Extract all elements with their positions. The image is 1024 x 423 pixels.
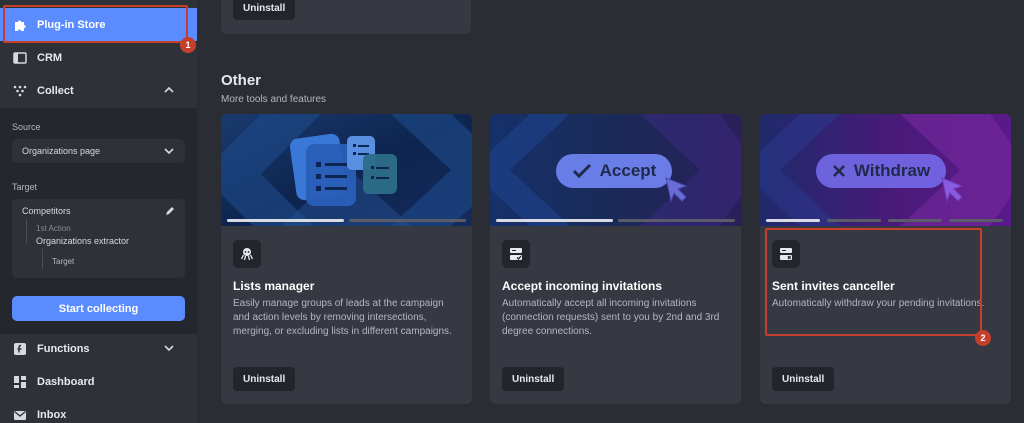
nav-inbox[interactable]: Inbox <box>0 398 197 423</box>
function-icon <box>14 342 26 355</box>
card-description: Automatically accept all incoming invita… <box>502 298 720 337</box>
annotation-badge: 2 <box>975 330 991 346</box>
nav-collect-label: Collect <box>37 84 74 97</box>
target-leaf-label: Target <box>52 257 75 266</box>
section-title: Other <box>221 72 262 89</box>
annotation-badge: 1 <box>180 37 196 53</box>
card-title: Accept incoming invitations <box>502 279 663 293</box>
nav-functions-label: Functions <box>37 342 90 355</box>
nav-crm[interactable]: CRM <box>0 41 197 74</box>
server-check-icon <box>510 248 522 260</box>
source-select[interactable]: Organizations page <box>12 139 185 163</box>
source-label: Source <box>12 122 41 132</box>
carousel-indicator[interactable] <box>888 219 942 222</box>
nav-dashboard[interactable]: Dashboard <box>0 365 197 398</box>
pencil-icon[interactable] <box>165 206 175 216</box>
mail-icon <box>14 410 26 420</box>
target-name: Competitors <box>22 206 71 216</box>
cursor-icon <box>665 177 688 203</box>
funnel-dots-icon <box>13 85 27 96</box>
chevron-down-icon[interactable] <box>163 342 175 354</box>
extractor-label: Organizations extractor <box>36 236 130 246</box>
nav-inbox-label: Inbox <box>37 408 67 421</box>
tree-line <box>42 249 43 269</box>
nav-collect[interactable]: Collect <box>0 74 197 107</box>
uninstall-button[interactable]: Uninstall <box>502 367 565 391</box>
carousel-indicator[interactable] <box>766 219 820 222</box>
nav-dashboard-label: Dashboard <box>37 375 95 388</box>
table-icon <box>13 51 27 64</box>
first-action-label: 1st Action <box>36 224 71 233</box>
card-description: Easily manage groups of leads at the cam… <box>233 298 452 337</box>
uninstall-button[interactable]: Uninstall <box>233 367 296 391</box>
withdraw-illustration: Withdraw <box>816 154 946 188</box>
previous-card: Uninstall <box>221 0 471 34</box>
card-title: Lists manager <box>233 279 315 293</box>
plugin-card-lists-manager[interactable]: Lists manager Easily manage groups of le… <box>221 114 472 404</box>
accept-icon-box <box>502 240 530 268</box>
check-icon <box>572 163 591 179</box>
accept-illustration-label: Accept <box>599 161 657 180</box>
uninstall-button[interactable]: Uninstall <box>772 367 835 391</box>
nav-crm-label: CRM <box>37 51 63 64</box>
carousel-indicator[interactable] <box>349 219 466 222</box>
carousel-indicator[interactable] <box>618 219 735 222</box>
x-icon <box>832 165 845 177</box>
lists-manager-icon-box <box>233 240 261 268</box>
withdraw-illustration-label: Withdraw <box>853 161 931 180</box>
highlight-box <box>765 228 982 336</box>
section-subtitle: More tools and features <box>221 94 327 105</box>
octopus-icon <box>240 248 254 261</box>
uninstall-button[interactable]: Uninstall <box>233 0 296 20</box>
plugin-card-accept-invitations[interactable]: Accept Accept incoming invitations Autom… <box>490 114 741 404</box>
carousel-indicator[interactable] <box>496 219 613 222</box>
accept-illustration: Accept <box>556 154 672 188</box>
chevron-down-icon <box>164 148 174 155</box>
target-box: Competitors 1st Action Organizations ext… <box>12 199 185 278</box>
source-select-value: Organizations page <box>22 146 101 156</box>
chevron-up-icon[interactable] <box>163 84 175 96</box>
sidebar: Plug-in Store CRM Collect Source Organiz… <box>0 0 197 423</box>
carousel-indicator[interactable] <box>227 219 344 222</box>
lists-manager-banner <box>221 114 472 226</box>
dashboard-icon <box>14 375 26 388</box>
carousel-indicator[interactable] <box>949 219 1003 222</box>
carousel-indicator[interactable] <box>827 219 881 222</box>
start-collecting-button[interactable]: Start collecting <box>12 296 185 321</box>
nav-functions[interactable]: Functions <box>0 332 197 365</box>
cursor-icon <box>941 177 964 203</box>
highlight-box <box>3 5 188 43</box>
tree-line <box>26 219 27 243</box>
target-label: Target <box>12 182 38 192</box>
